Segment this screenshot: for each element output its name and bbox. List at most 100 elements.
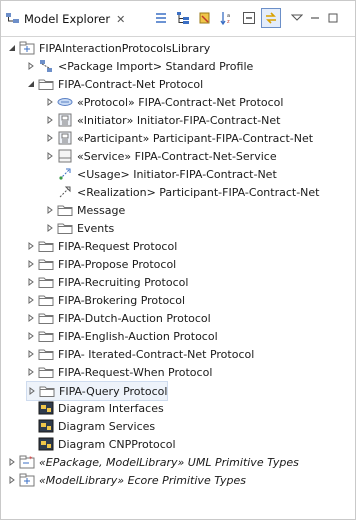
- minimize-icon[interactable]: [307, 10, 323, 26]
- initiator-icon: [57, 112, 73, 128]
- tree-item-fipa-dutch-auction-protocol[interactable]: FIPA-Dutch-Auction Protocol: [26, 309, 211, 327]
- folder-icon: [38, 256, 54, 272]
- diagram-icon: [38, 400, 54, 416]
- tree-item-label: FIPA-Request-When Protocol: [58, 365, 213, 379]
- tree-item-label: <Usage> Initiator-FIPA-Contract-Net: [77, 167, 277, 181]
- package-icon: [19, 472, 35, 488]
- tab-title: Model Explorer: [24, 12, 111, 26]
- view-menu-icon[interactable]: [289, 10, 305, 26]
- link-with-editor-icon[interactable]: [261, 8, 281, 28]
- tree-item-label: FIPA- Iterated-Contract-Net Protocol: [58, 347, 255, 361]
- tab-model-explorer[interactable]: Model Explorer ✕: [1, 4, 149, 34]
- collapsed-arrow-icon[interactable]: [45, 97, 55, 107]
- protocol-icon: [57, 94, 73, 110]
- collapsed-arrow-icon[interactable]: [26, 367, 36, 377]
- package-icon: [19, 40, 35, 56]
- tree-item-participant-participant-fipa-contract-net[interactable]: «Participant» Participant-FIPA-Contract-…: [45, 129, 313, 147]
- tree-item-label: Diagram Interfaces: [58, 401, 164, 415]
- tree-item-fipa-english-auction-protocol[interactable]: FIPA-English-Auction Protocol: [26, 327, 218, 345]
- tree-item-service-fipa-contract-net-service[interactable]: «Service» FIPA-Contract-Net-Service: [45, 147, 277, 165]
- collapsed-arrow-icon[interactable]: [26, 259, 36, 269]
- collapsed-arrow-icon[interactable]: [26, 349, 36, 359]
- expanded-arrow-icon[interactable]: [7, 43, 17, 53]
- collapsed-arrow-icon[interactable]: [27, 386, 37, 396]
- usage-icon: [57, 166, 73, 182]
- tree-item-fipa-request-when-protocol[interactable]: FIPA-Request-When Protocol: [26, 363, 212, 381]
- tree-item-diagram-interfaces[interactable]: Diagram Interfaces: [26, 399, 164, 417]
- hierarchy-icon[interactable]: [175, 10, 191, 26]
- collapsed-arrow-icon[interactable]: [7, 457, 17, 467]
- tree-item-label: FIPA-Request Protocol: [58, 239, 178, 253]
- tree-item-label: «Service» FIPA-Contract-Net-Service: [77, 149, 277, 163]
- tree-item-message[interactable]: Message: [45, 201, 125, 219]
- tree-item-modellibrary-ecore-primitive-types[interactable]: «ModelLibrary» Ecore Primitive Types: [7, 471, 246, 489]
- tree-item-epackage-modellibrary-uml-primitive-types[interactable]: * «EPackage, ModelLibrary» UML Primitive …: [7, 453, 299, 471]
- tree-item-fipa-contract-net-protocol[interactable]: FIPA-Contract-Net Protocol: [26, 75, 203, 93]
- collapsed-arrow-icon[interactable]: [45, 151, 55, 161]
- tree-item-fipa-iterated-contract-net-protocol[interactable]: FIPA- Iterated-Contract-Net Protocol: [26, 345, 254, 363]
- folder-icon: [38, 238, 54, 254]
- tree-item-initiator-initiator-fipa-contract-net[interactable]: «Initiator» Initiator-FIPA-Contract-Net: [45, 111, 280, 129]
- collapsed-arrow-icon[interactable]: [7, 475, 17, 485]
- tree-item-fipa-brokering-protocol[interactable]: FIPA-Brokering Protocol: [26, 291, 185, 309]
- folder-icon: [57, 220, 73, 236]
- tree-item-protocol-fipa-contract-net-protocol[interactable]: «Protocol» FIPA-Contract-Net Protocol: [45, 93, 283, 111]
- tree-item-label: FIPA-English-Auction Protocol: [58, 329, 218, 343]
- tree-item-label: «Protocol» FIPA-Contract-Net Protocol: [77, 95, 284, 109]
- tree-item-label: FIPA-Propose Protocol: [58, 257, 177, 271]
- diagram-icon: [38, 418, 54, 434]
- close-icon[interactable]: ✕: [116, 13, 125, 26]
- collapsed-arrow-icon[interactable]: [26, 61, 36, 71]
- folder-icon: [39, 383, 55, 399]
- model-explorer-icon: [6, 13, 19, 23]
- participant-icon: [57, 130, 73, 146]
- tree-item-label: «EPackage, ModelLibrary» UML Primitive T…: [39, 455, 299, 469]
- collapse-all-icon[interactable]: [241, 10, 257, 26]
- tree-item-label: FIPA-Recruiting Protocol: [58, 275, 189, 289]
- package-import-icon: [38, 58, 54, 74]
- svg-text:*: *: [29, 455, 33, 463]
- collapsed-arrow-icon[interactable]: [26, 241, 36, 251]
- maximize-icon[interactable]: [325, 10, 341, 26]
- tree-item-label: «ModelLibrary» Ecore Primitive Types: [39, 473, 246, 487]
- tree-item-label: Message: [77, 203, 126, 217]
- tree-item-diagram-cnpprotocol[interactable]: Diagram CNPProtocol: [26, 435, 176, 453]
- tree-item-fipainteractionprotocolslibrary[interactable]: FIPAInteractionProtocolsLibrary: [7, 39, 210, 57]
- collapsed-arrow-icon[interactable]: [45, 223, 55, 233]
- model-explorer-view: Model Explorer ✕ az FIPAInteractionProto…: [0, 0, 356, 520]
- sort-icon[interactable]: az: [219, 10, 235, 26]
- tree-item-fipa-query-protocol[interactable]: FIPA-Query Protocol: [26, 381, 169, 401]
- expanded-arrow-icon[interactable]: [26, 79, 36, 89]
- folder-icon: [38, 310, 54, 326]
- folder-icon: [38, 292, 54, 308]
- tree-item-realization-participant-fipa-contract-net[interactable]: <Realization> Participant-FIPA-Contract-…: [45, 183, 320, 201]
- collapsed-arrow-icon[interactable]: [26, 295, 36, 305]
- filter-icon[interactable]: [197, 10, 213, 26]
- tree-item-label: Diagram Services: [58, 419, 156, 433]
- tree-item-fipa-recruiting-protocol[interactable]: FIPA-Recruiting Protocol: [26, 273, 188, 291]
- link-icon[interactable]: [153, 10, 169, 26]
- tree-item-fipa-request-protocol[interactable]: FIPA-Request Protocol: [26, 237, 177, 255]
- folder-icon: [57, 202, 73, 218]
- tree-item-label: Diagram CNPProtocol: [58, 437, 176, 451]
- tree-item-events[interactable]: Events: [45, 219, 114, 237]
- tree-item-usage-initiator-fipa-contract-net[interactable]: <Usage> Initiator-FIPA-Contract-Net: [45, 165, 277, 183]
- svg-text:z: z: [227, 19, 230, 25]
- tree-item-fipa-propose-protocol[interactable]: FIPA-Propose Protocol: [26, 255, 176, 273]
- tree-item-package-import-standard-profile[interactable]: <Package Import> Standard Profile: [26, 57, 253, 75]
- folder-icon: [38, 76, 54, 92]
- tree-item-label: FIPA-Dutch-Auction Protocol: [58, 311, 211, 325]
- epackage-icon: *: [19, 454, 35, 470]
- collapsed-arrow-icon[interactable]: [45, 133, 55, 143]
- collapsed-arrow-icon[interactable]: [45, 115, 55, 125]
- collapsed-arrow-icon[interactable]: [26, 331, 36, 341]
- folder-icon: [38, 364, 54, 380]
- collapsed-arrow-icon[interactable]: [26, 313, 36, 323]
- tree-item-label: <Package Import> Standard Profile: [58, 59, 254, 73]
- tree-item-label: FIPA-Query Protocol: [59, 384, 168, 398]
- tree-item-diagram-services[interactable]: Diagram Services: [26, 417, 155, 435]
- diagram-icon: [38, 436, 54, 452]
- collapsed-arrow-icon[interactable]: [26, 277, 36, 287]
- collapsed-arrow-icon[interactable]: [45, 205, 55, 215]
